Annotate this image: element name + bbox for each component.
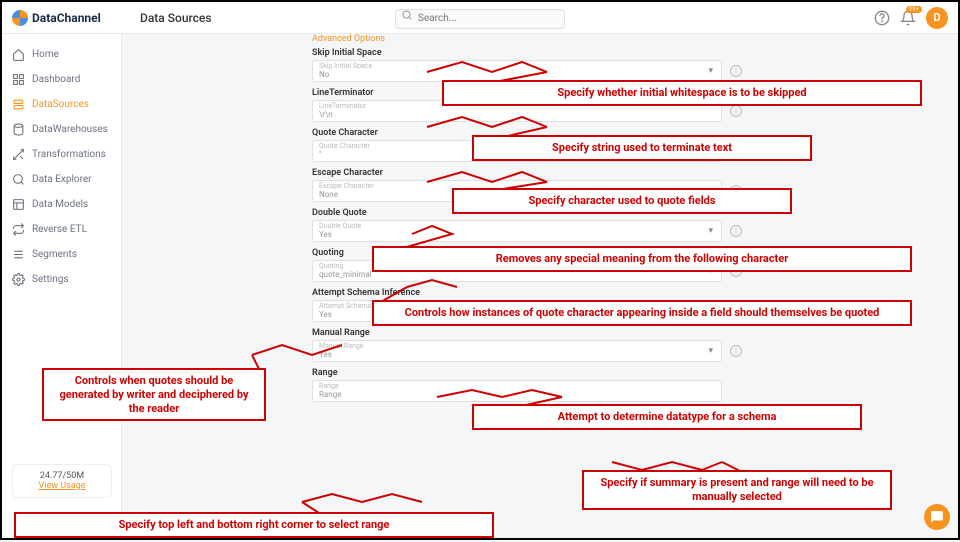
usage-count: 24.77/50M bbox=[19, 471, 105, 481]
range-input[interactable]: RangeRange bbox=[312, 380, 722, 402]
annotation-double-quote: Controls how instances of quote characte… bbox=[372, 300, 912, 326]
transform-icon bbox=[12, 148, 25, 161]
usage-box: 24.77/50M View Usage bbox=[12, 464, 112, 498]
double-quote-select[interactable]: Double QuoteYes bbox=[312, 220, 722, 242]
advanced-options-label[interactable]: Advanced Options bbox=[312, 34, 928, 44]
sidebar-label: Data Explorer bbox=[32, 174, 92, 185]
field-label: Skip Initial Space bbox=[312, 48, 928, 58]
notification-badge: 99+ bbox=[906, 6, 922, 13]
sidebar-label: DataSources bbox=[32, 99, 89, 110]
sidebar-item-warehouses[interactable]: DataWarehouses bbox=[2, 117, 121, 142]
sidebar-item-transformations[interactable]: Transformations bbox=[2, 142, 121, 167]
field-label: Manual Range bbox=[312, 328, 928, 338]
search-input[interactable] bbox=[395, 9, 565, 29]
annotation-skip-initial: Specify whether initial whitespace is to… bbox=[442, 80, 922, 106]
sidebar-item-settings[interactable]: Settings bbox=[2, 267, 121, 292]
sidebar-label: Reverse ETL bbox=[32, 224, 87, 235]
manual-range-select[interactable]: Manual RangeYes bbox=[312, 340, 722, 362]
models-icon bbox=[12, 198, 25, 211]
info-icon[interactable]: i bbox=[730, 105, 742, 117]
sidebar-label: Settings bbox=[32, 274, 69, 285]
warehouse-icon bbox=[12, 123, 25, 136]
logo: DataChannel bbox=[2, 10, 122, 26]
sidebar-item-models[interactable]: Data Models bbox=[2, 192, 121, 217]
search-wrap bbox=[395, 6, 565, 29]
info-icon[interactable]: i bbox=[730, 345, 742, 357]
sidebar-label: Dashboard bbox=[32, 74, 80, 85]
logo-icon bbox=[12, 10, 28, 26]
annotation-quote-char: Specify character used to quote fields bbox=[452, 188, 792, 214]
sidebar-item-reverse-etl[interactable]: Reverse ETL bbox=[2, 217, 121, 242]
help-icon[interactable] bbox=[874, 10, 890, 26]
dashboard-icon bbox=[12, 73, 25, 86]
sidebar-label: Data Models bbox=[32, 199, 88, 210]
view-usage-link[interactable]: View Usage bbox=[19, 481, 105, 491]
bell-icon[interactable]: 99+ bbox=[900, 10, 916, 26]
search-icon bbox=[401, 9, 413, 21]
sidebar: Home Dashboard DataSources DataWarehouse… bbox=[2, 34, 122, 538]
field-range: Range RangeRange bbox=[312, 368, 928, 402]
info-icon[interactable]: i bbox=[730, 65, 742, 77]
form-panel: Advanced Options Skip Initial Space Skip… bbox=[312, 34, 928, 538]
sidebar-item-explorer[interactable]: Data Explorer bbox=[2, 167, 121, 192]
sidebar-item-dashboard[interactable]: Dashboard bbox=[2, 67, 121, 92]
main: Advanced Options Skip Initial Space Skip… bbox=[122, 34, 958, 538]
sidebar-label: DataWarehouses bbox=[32, 124, 108, 135]
annotation-quoting: Controls when quotes should be generated… bbox=[42, 368, 266, 421]
explorer-icon bbox=[12, 173, 25, 186]
sidebar-item-home[interactable]: Home bbox=[2, 42, 121, 67]
reverse-etl-icon bbox=[12, 223, 25, 236]
sidebar-label: Transformations bbox=[32, 149, 106, 160]
avatar[interactable]: D bbox=[926, 7, 948, 29]
segments-icon bbox=[12, 248, 25, 261]
page-title: Data Sources bbox=[140, 11, 212, 25]
field-label: Escape Character bbox=[312, 168, 928, 178]
chat-icon bbox=[930, 510, 944, 524]
annotation-manual-range: Specify if summary is present and range … bbox=[582, 470, 892, 510]
topbar: DataChannel Data Sources 99+ D bbox=[2, 2, 958, 34]
chat-button[interactable] bbox=[924, 504, 950, 530]
annotation-range: Specify top left and bottom right corner… bbox=[14, 512, 494, 538]
sidebar-item-segments[interactable]: Segments bbox=[2, 242, 121, 267]
sidebar-label: Home bbox=[32, 49, 59, 60]
annotation-line-terminator: Specify string used to terminate text bbox=[472, 135, 812, 161]
skip-initial-space-select[interactable]: Skip Initial SpaceNo bbox=[312, 60, 722, 82]
sidebar-item-datasources[interactable]: DataSources bbox=[2, 92, 121, 117]
home-icon bbox=[12, 48, 25, 61]
sidebar-label: Segments bbox=[32, 249, 77, 260]
annotation-escape-char: Removes any special meaning from the fol… bbox=[372, 246, 912, 272]
info-icon[interactable]: i bbox=[730, 225, 742, 237]
brand-name: DataChannel bbox=[32, 11, 101, 25]
field-manual-range: Manual Range Manual RangeYes i bbox=[312, 328, 928, 362]
datasource-icon bbox=[12, 98, 25, 111]
field-label: Range bbox=[312, 368, 928, 378]
annotation-schema-inference: Attempt to determine datatype for a sche… bbox=[472, 404, 862, 430]
topbar-right: 99+ D bbox=[874, 7, 958, 29]
field-label: Attempt Schema Inference bbox=[312, 288, 928, 298]
field-skip-initial-space: Skip Initial Space Skip Initial SpaceNo … bbox=[312, 48, 928, 82]
gear-icon bbox=[12, 273, 25, 286]
